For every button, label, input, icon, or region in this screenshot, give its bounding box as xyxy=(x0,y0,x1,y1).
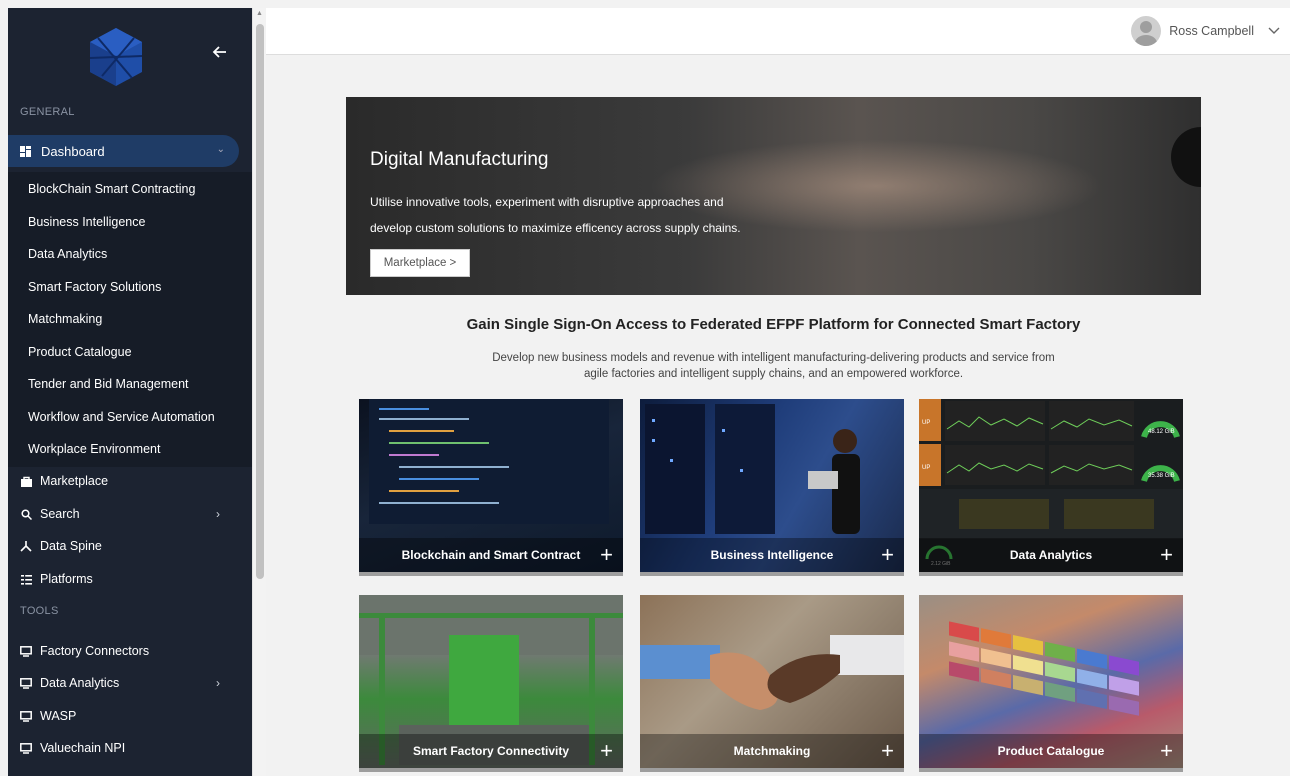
section-label-general: GENERAL xyxy=(20,106,75,118)
scroll-up-icon[interactable]: ▲ xyxy=(256,10,263,17)
subtext-line: agile factories and intelligent supply c… xyxy=(583,368,964,380)
status-readout: UP xyxy=(922,420,930,426)
page-headline: Gain Single Sign-On Access to Federated … xyxy=(466,316,1081,333)
hero-banner: Digital Manufacturing Utilise innovative… xyxy=(346,97,1201,295)
section-label-tools: TOOLS xyxy=(20,605,59,617)
submenu-item-workplace[interactable]: Workplace Environment xyxy=(28,442,160,456)
tile-data-analytics[interactable]: UP UP 48.12 GiB 35.38 GiB 2.12 GiB Data … xyxy=(919,399,1183,576)
tile-matchmaking[interactable]: Matchmaking + xyxy=(640,595,904,772)
top-bar: Ross Campbell xyxy=(266,8,1290,55)
submenu-item-business-intelligence[interactable]: Business Intelligence xyxy=(28,215,145,229)
sidebar-item-dashboard[interactable]: Dashboard ⌄ xyxy=(8,135,239,167)
monitor-icon xyxy=(20,710,32,722)
sidebar-item-label: Marketplace xyxy=(40,474,109,488)
submenu-item-product-catalogue[interactable]: Product Catalogue xyxy=(28,345,132,359)
dashboard-submenu: BlockChain Smart Contracting Business In… xyxy=(8,172,252,467)
sidebar-item-label: Data Spine xyxy=(40,539,102,553)
sidebar-item-label: Data Analytics xyxy=(40,676,120,690)
tile-caption: Data Analytics xyxy=(919,538,1183,572)
tile-smart-factory-connectivity[interactable]: Smart Factory Connectivity + xyxy=(359,595,623,772)
tile-blockchain[interactable]: Blockchain and Smart Contract + xyxy=(359,399,623,576)
submenu-item-blockchain[interactable]: BlockChain Smart Contracting xyxy=(28,182,195,196)
sidebar-item-tools-data-analytics[interactable]: Data Analytics › xyxy=(20,676,220,690)
server-room-image xyxy=(645,404,860,534)
sidebar-item-search[interactable]: Search › xyxy=(20,507,220,521)
efpf-logo[interactable] xyxy=(88,26,144,88)
chevron-down-icon: ⌄ xyxy=(216,144,225,155)
chevron-right-icon: › xyxy=(216,676,220,690)
plus-icon[interactable]: + xyxy=(881,740,894,762)
shopping-bag-icon xyxy=(20,475,32,487)
tile-product-catalogue[interactable]: Product Catalogue + xyxy=(919,595,1183,772)
tile-caption: Matchmaking xyxy=(640,734,904,768)
plus-icon[interactable]: + xyxy=(1160,740,1173,762)
dashboard-icon xyxy=(20,145,31,157)
scrollbar-thumb[interactable] xyxy=(256,24,264,579)
plus-icon[interactable]: + xyxy=(600,544,613,566)
gauge-readout: 35.38 GiB xyxy=(1148,473,1175,479)
gauge-readout: 48.12 GiB xyxy=(1148,429,1175,435)
data-spine-icon xyxy=(20,540,32,552)
tile-caption: Blockchain and Smart Contract xyxy=(359,538,623,572)
plus-icon[interactable]: + xyxy=(881,544,894,566)
monitor-icon xyxy=(20,645,32,657)
avatar[interactable] xyxy=(1131,16,1162,46)
page-subtext: Develop new business models and revenue … xyxy=(346,350,1201,382)
monitor-icon xyxy=(20,742,32,754)
submenu-item-data-analytics[interactable]: Data Analytics xyxy=(28,247,107,261)
sidebar-item-label: WASP xyxy=(40,709,77,723)
tile-caption: Smart Factory Connectivity xyxy=(359,734,623,768)
submenu-item-matchmaking[interactable]: Matchmaking xyxy=(28,312,102,326)
sidebar-item-valuechain-npi[interactable]: Valuechain NPI xyxy=(20,741,125,755)
sidebar: GENERAL Dashboard ⌄ BlockChain Smart Con… xyxy=(8,8,252,776)
plus-icon[interactable]: + xyxy=(1160,544,1173,566)
code-screen-image xyxy=(369,399,609,524)
chevron-down-icon xyxy=(1268,27,1280,34)
hero-description: Utilise innovative tools, experiment wit… xyxy=(370,195,741,235)
hero-title: Digital Manufacturing xyxy=(370,149,549,170)
chevron-right-icon: › xyxy=(216,507,220,521)
status-readout: UP xyxy=(922,465,930,471)
sidebar-scrollbar[interactable]: ▲ xyxy=(252,8,266,776)
sidebar-item-label: Factory Connectors xyxy=(40,644,150,658)
sidebar-item-factory-connectors[interactable]: Factory Connectors xyxy=(20,644,149,658)
sidebar-item-platforms[interactable]: Platforms xyxy=(20,572,93,586)
sidebar-item-wasp[interactable]: WASP xyxy=(20,709,76,723)
plus-icon[interactable]: + xyxy=(600,740,613,762)
search-icon xyxy=(20,508,32,520)
tile-caption: Product Catalogue xyxy=(919,734,1183,768)
monitor-icon xyxy=(20,677,32,689)
sidebar-item-label: Valuechain NPI xyxy=(40,741,126,755)
subtext-line: Develop new business models and revenue … xyxy=(492,352,1055,364)
user-menu[interactable]: Ross Campbell xyxy=(1131,16,1280,46)
sidebar-item-label: Search xyxy=(40,507,80,521)
submenu-item-tender-bid[interactable]: Tender and Bid Management xyxy=(28,377,189,391)
tile-caption: Business Intelligence xyxy=(640,538,904,572)
tile-business-intelligence[interactable]: Business Intelligence + xyxy=(640,399,904,576)
sidebar-item-data-spine[interactable]: Data Spine xyxy=(20,539,102,553)
marketplace-button[interactable]: Marketplace > xyxy=(370,249,470,277)
submenu-item-workflow[interactable]: Workflow and Service Automation xyxy=(28,410,215,424)
sidebar-item-label: Dashboard xyxy=(41,143,105,159)
list-icon xyxy=(20,573,32,585)
user-name: Ross Campbell xyxy=(1169,24,1254,38)
collapse-sidebar-icon[interactable] xyxy=(210,42,230,62)
sidebar-item-marketplace[interactable]: Marketplace xyxy=(20,474,108,488)
sidebar-item-label: Platforms xyxy=(40,572,93,586)
submenu-item-smart-factory[interactable]: Smart Factory Solutions xyxy=(28,280,161,294)
